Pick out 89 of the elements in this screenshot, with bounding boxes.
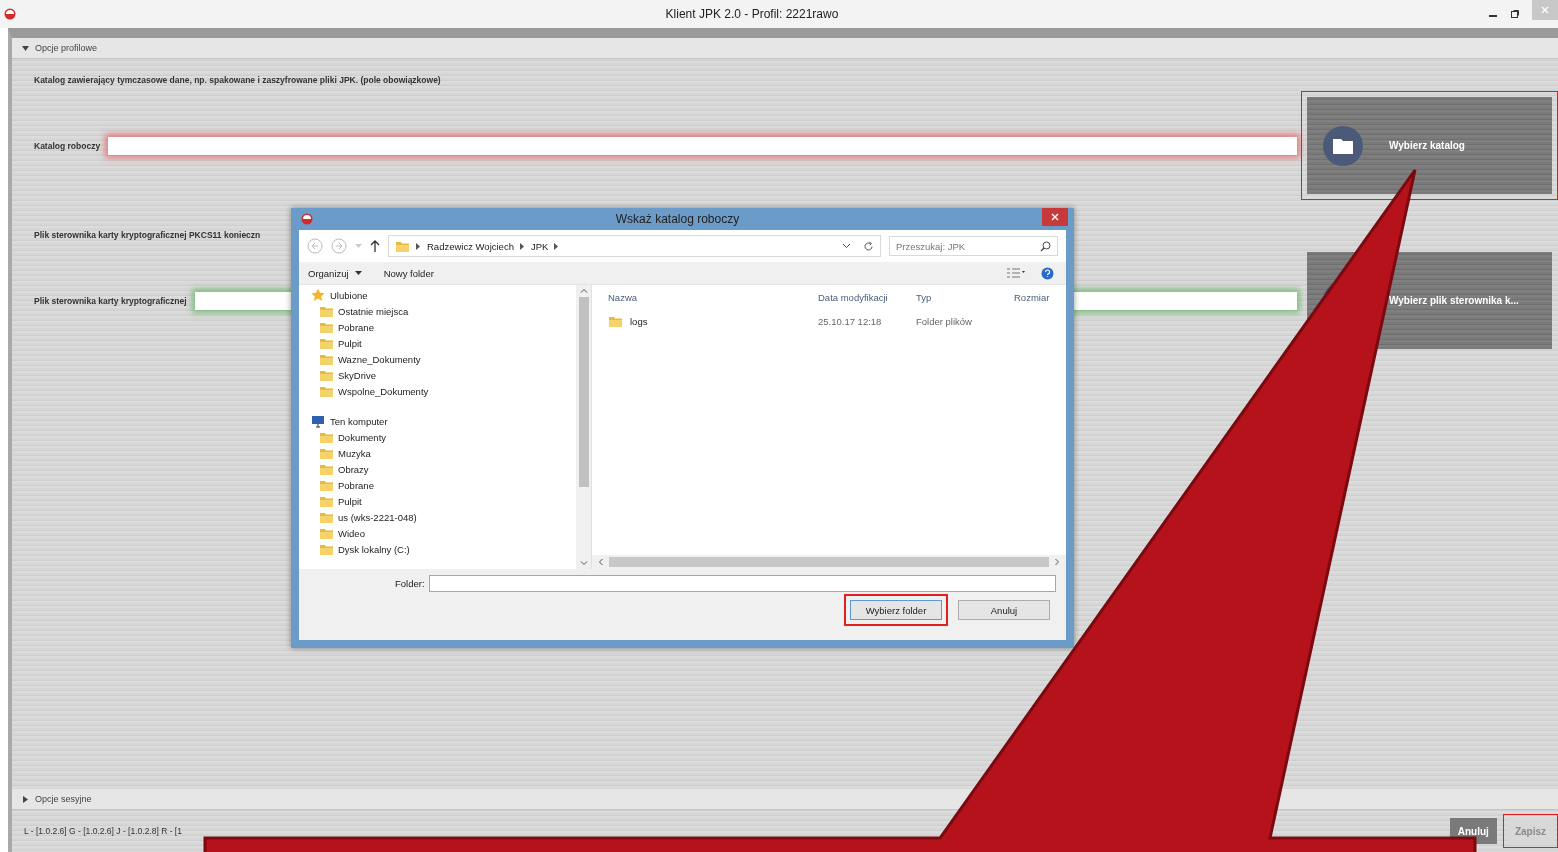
dropdown-caret-icon: [842, 243, 851, 249]
file-name[interactable]: logs: [592, 313, 810, 329]
nav-item[interactable]: Ulubione: [299, 287, 576, 303]
toolbar-button[interactable]: Nowy folder: [380, 267, 437, 279]
nav-item[interactable]: Wspolne_Dokumenty: [299, 383, 576, 399]
column-header[interactable]: Nazwa: [592, 291, 810, 303]
nav-item[interactable]: Dysk lokalny (C:): [299, 541, 576, 557]
dropdown-caret-icon: [354, 271, 362, 275]
folder-icon: [319, 494, 333, 508]
path-field[interactable]: [108, 136, 1297, 155]
column-header[interactable]: Typ: [908, 291, 1006, 303]
folder-icon: [319, 430, 333, 444]
chevron-down-icon: [579, 561, 588, 566]
collapsed-arrow-icon: [22, 795, 29, 803]
nav-item[interactable]: Ostatnie miejsca: [299, 303, 576, 319]
folder-icon: [319, 336, 333, 350]
section-header[interactable]: Opcje profilowe: [12, 38, 1558, 59]
type-cell-text: Folder plików: [915, 315, 973, 327]
nav-item[interactable]: Pulpit: [299, 335, 576, 351]
folder-icon: [1323, 125, 1363, 166]
folder-icon: [319, 526, 333, 540]
computer-icon: [311, 414, 325, 428]
close-icon: [1051, 213, 1059, 221]
section-title: Opcje sesyjne: [35, 794, 92, 804]
nav-item[interactable]: Pobrane: [299, 319, 576, 335]
folder-icon: [319, 478, 333, 492]
folder-icon: [319, 320, 333, 334]
field-label: Katalog roboczy: [34, 140, 101, 151]
nav-item[interactable]: Dokumenty: [299, 429, 576, 445]
field-label: Plik sterownika karty kryptograficznej: [34, 295, 187, 306]
scrollbar[interactable]: [576, 285, 591, 569]
search-icon: [1040, 241, 1051, 252]
refresh-icon: [863, 240, 874, 252]
up-arrow-icon: [370, 240, 380, 252]
nav-item[interactable]: Obrazy: [299, 461, 576, 477]
close-icon: [1541, 6, 1549, 14]
chevron-up-icon: [579, 288, 588, 293]
column-header[interactable]: Data modyfikacji: [810, 291, 908, 303]
address-bar[interactable]: Radzewicz Wojciech JPK: [388, 235, 881, 257]
search-field[interactable]: Przeszukaj: JPK: [889, 236, 1058, 256]
toolbar-button[interactable]: Organizuj: [305, 267, 365, 279]
breadcrumb-item[interactable]: Radzewicz Wojciech: [427, 240, 514, 252]
nav-item[interactable]: Wazne_Dokumenty: [299, 351, 576, 367]
folder-icon: [319, 510, 333, 524]
nav-item[interactable]: Pulpit: [299, 493, 576, 509]
back-icon: [307, 238, 323, 254]
close-button[interactable]: [1042, 208, 1068, 226]
folder-icon: [319, 384, 333, 398]
folder-field[interactable]: [428, 575, 1056, 592]
window-title: Klient JPK 2.0 - Profil: 2221rawo: [664, 7, 840, 21]
folder-icon: [319, 304, 333, 318]
nav-item[interactable]: Ten komputer: [299, 413, 576, 429]
folder-icon: [319, 352, 333, 366]
breadcrumb-item[interactable]: JPK: [530, 240, 549, 252]
app-logo-icon: [4, 8, 16, 20]
view-list-icon: [1007, 268, 1025, 278]
description-text: Plik sterownika karty kryptograficznej PKCS11 konieczn: [34, 230, 262, 240]
nav-item[interactable]: Pobrane: [299, 477, 576, 493]
nav-item[interactable]: us (wks-2221-048): [299, 509, 576, 525]
folder-icon: [319, 462, 333, 476]
expanded-arrow-icon: [22, 44, 29, 52]
folder-icon: [319, 542, 333, 556]
nav-item[interactable]: Muzyka: [299, 445, 576, 461]
dialog-title: Wskaż katalog roboczy: [614, 212, 741, 226]
chevron-left-icon: [598, 558, 603, 566]
scrollbar[interactable]: [592, 555, 1066, 569]
forward-icon: [331, 238, 347, 254]
app-logo-icon: [301, 213, 313, 225]
section-title: Opcje profilowe: [35, 43, 98, 53]
chevron-right-icon: [416, 242, 421, 250]
help-icon: [1041, 266, 1054, 280]
cancel-button[interactable]: Anuluj: [958, 600, 1050, 620]
nav-item[interactable]: SkyDrive: [299, 367, 576, 383]
chevron-right-icon: [554, 242, 560, 250]
folder-icon: [319, 446, 333, 460]
restore-icon: [1510, 9, 1520, 19]
chevron-right-icon: [1055, 558, 1060, 566]
dropdown-caret-icon: [355, 243, 362, 249]
date-cell-text: 25.10.17 12:18: [817, 315, 883, 327]
column-header[interactable]: Rozmiar: [1006, 291, 1066, 303]
chevron-right-icon: [519, 242, 525, 250]
select-folder-button[interactable]: Wybierz folder: [850, 600, 942, 620]
star-icon: [311, 288, 325, 302]
field-label: Folder:: [395, 578, 425, 589]
folder-icon: [319, 368, 333, 382]
version-text: L - [1.0.2.6] G - [1.0.2.6] J - [1.0.2.8] R - [1: [24, 826, 182, 836]
choose-button[interactable]: Wybierz katalog: [1307, 97, 1552, 194]
description-text: Katalog zawierający tymczasowe dane, np. spakowane i zaszyfrowane pliki JPK. (pole obowiązkowe): [34, 75, 442, 85]
nav-item[interactable]: Wideo: [299, 525, 576, 541]
